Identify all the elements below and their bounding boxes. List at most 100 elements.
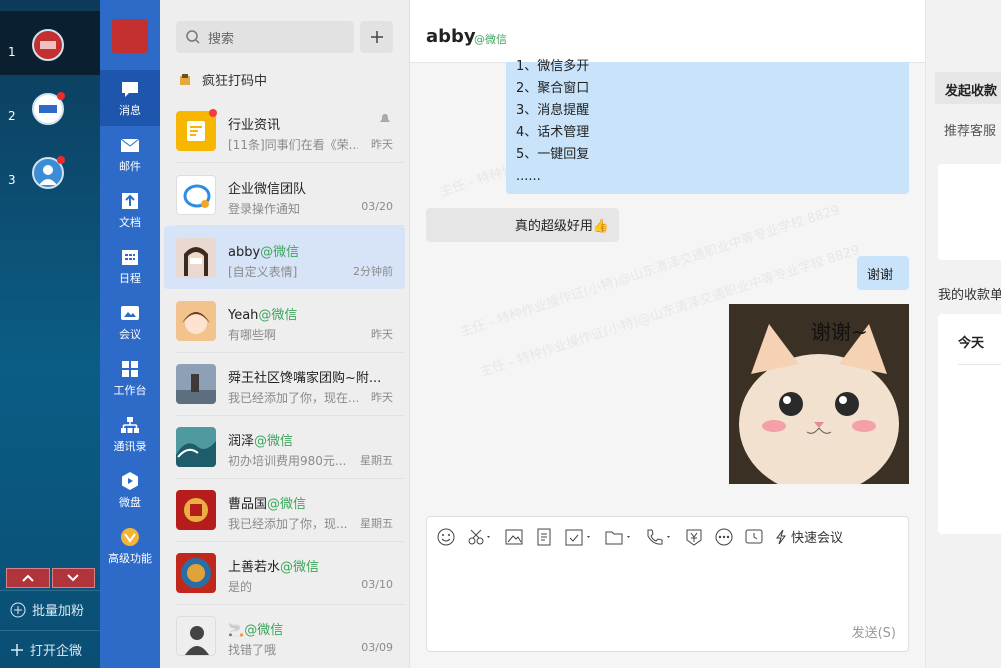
message-bubble-sent[interactable]: 2、聚合窗口 3、消息提醒 4、话术管理 5、一键回复 ...... 1、微信多… (506, 59, 909, 194)
search-box[interactable]: 搜索 (176, 21, 354, 53)
lightning-icon (776, 529, 786, 544)
conversation-time: 昨天 (371, 328, 393, 341)
conversation-name: abby@微信 (228, 245, 300, 260)
conversation-item-selected[interactable]: abby@微信 [自定义表情] 2分钟前 (164, 226, 405, 289)
today-tab[interactable]: 今天 (958, 332, 984, 351)
conversation-name: 上善若水@微信 (228, 560, 320, 575)
conversation-item[interactable]: Yeah@微信 有哪些啊 昨天 (164, 289, 405, 352)
conversation-time: 03/20 (361, 200, 393, 213)
conversation-time: 昨天 (371, 138, 393, 151)
image-icon[interactable] (505, 528, 523, 546)
nav-label: 通讯录 (113, 440, 147, 453)
message-text: 真的超级好用👍 (514, 219, 609, 234)
orders-card: 今天 (938, 314, 1001, 534)
screenshot-icon[interactable] (467, 528, 493, 546)
collect-payment-tab[interactable]: 发起收款 (935, 72, 1001, 104)
conversation-preview: 是的 (228, 580, 253, 594)
chat-panel: 主任 - 特种作业操作证(小特)@山东清泽交通职业中等专业学校 8829 主任 … (410, 0, 997, 668)
account-number: 2 (8, 109, 16, 123)
sticker-caption: 谢谢~ (811, 320, 868, 344)
account-switcher-bar: 1 2 3 批量加粉 打开企微 (0, 0, 100, 668)
account-item-3[interactable]: 3 (0, 139, 100, 203)
message-line: ...... (516, 169, 541, 184)
account-item-1[interactable]: 1 (0, 11, 100, 75)
user-status[interactable]: 疯狂打码中 (178, 70, 267, 89)
plus-icon (11, 643, 23, 656)
conversation-item[interactable]: 🚬@微信 找错了哦 03/09 (164, 604, 405, 667)
conversation-item[interactable]: 舜王社区馋嘴家团购~附... 我已经添加了你，现在... 昨天 (164, 352, 405, 415)
conversation-item[interactable]: 行业资讯 [11条]同事们在看《荣... 昨天 (164, 99, 405, 162)
batch-add-button[interactable]: 批量加粉 (0, 590, 100, 628)
conversation-list-panel: 搜索 疯狂打码中 行业资讯 [11条]同事们在看《荣... 昨天 企业微信团队 … (160, 0, 410, 668)
add-contact-icon (10, 602, 26, 617)
account-scroll-arrows (6, 568, 95, 588)
message-composer[interactable]: 快速会议 发送(S) (426, 516, 909, 652)
chevron-down-icon[interactable] (51, 568, 95, 588)
send-button[interactable]: 发送(S) (852, 622, 896, 641)
composer-toolbar: 快速会议 (437, 527, 843, 546)
nav-item-drive[interactable]: 微盘 (100, 462, 160, 518)
conversation-preview: 初办培训费用980元... (228, 454, 347, 468)
message-bubble-received[interactable]: 真的超级好用👍 (426, 208, 619, 242)
avatar (176, 301, 216, 341)
folder-icon[interactable] (605, 528, 633, 546)
sticker-image[interactable]: 谢谢~ (729, 304, 909, 484)
conversation-name: 舜王社区馋嘴家团购~附... (228, 371, 382, 386)
nav-item-advanced[interactable]: 高级功能 (100, 518, 160, 574)
open-wecom-button[interactable]: 打开企微 (0, 630, 100, 668)
recommend-service-tab[interactable]: 推荐客服 (944, 120, 996, 139)
message-line: 4、话术管理 (516, 125, 590, 140)
conversation-item[interactable]: 润泽@微信 初办培训费用980元... 星期五 (164, 415, 405, 478)
account-item-2[interactable]: 2 (0, 75, 100, 139)
chevron-up-icon[interactable] (6, 568, 50, 588)
emoji-icon[interactable] (437, 528, 455, 546)
unread-badge (57, 92, 65, 100)
conversation-time: 03/10 (361, 578, 393, 591)
approval-icon[interactable] (565, 528, 593, 546)
conversation-name: 🚬@微信 (228, 623, 284, 638)
nav-item-workbench[interactable]: 工作台 (100, 350, 160, 406)
conversation-item[interactable]: 上善若水@微信 是的 03/10 (164, 541, 405, 604)
conversation-item[interactable]: 企业微信团队 登录操作通知 03/20 (164, 163, 405, 226)
payment-icon[interactable] (685, 528, 703, 546)
reminder-icon[interactable] (745, 528, 763, 546)
phone-icon[interactable] (645, 528, 673, 546)
nav-label: 邮件 (119, 160, 141, 173)
conversation-preview: [自定义表情] (228, 265, 298, 279)
nav-item-contacts[interactable]: 通讯录 (100, 406, 160, 462)
nav-item-meeting[interactable]: 会议 (100, 294, 160, 350)
nav-label: 消息 (119, 104, 141, 117)
mail-icon (120, 138, 140, 152)
conversation-preview: 找错了哦 (228, 643, 277, 657)
nav-label: 工作台 (113, 384, 147, 397)
chat-subtitle: @微信 (474, 33, 507, 46)
search-icon (186, 30, 200, 44)
conversation-preview: [11条]同事们在看《荣... (228, 138, 358, 152)
avatar (176, 553, 216, 593)
avatar (176, 238, 216, 278)
nav-item-calendar[interactable]: 日程 (100, 238, 160, 294)
status-text: 疯狂打码中 (202, 74, 268, 89)
quick-meeting-label: 快速会议 (791, 531, 844, 546)
conversation-name: Yeah@微信 (228, 308, 298, 323)
open-wecom-label: 打开企微 (30, 644, 83, 659)
new-chat-button[interactable] (360, 21, 393, 53)
message-bubble-sent[interactable]: 谢谢 (857, 256, 909, 290)
nav-item-docs[interactable]: 文档 (100, 182, 160, 238)
chat-header: abby @微信 (410, 0, 925, 63)
nav-item-messages[interactable]: 消息 (100, 70, 160, 126)
conversation-preview: 登录操作通知 (228, 202, 301, 216)
conversation-name: 行业资讯 (228, 118, 281, 133)
account-number: 3 (8, 173, 16, 187)
conversation-preview: 我已经添加了你，现... (228, 517, 348, 531)
file-icon[interactable] (535, 528, 553, 546)
nav-item-mail[interactable]: 邮件 (100, 126, 160, 182)
advanced-icon (121, 528, 139, 546)
conversation-name: 润泽@微信 (228, 434, 294, 449)
message-line: 5、一键回复 (516, 147, 590, 162)
search-placeholder: 搜索 (208, 31, 235, 47)
quick-meeting-button[interactable]: 快速会议 (775, 527, 843, 546)
more-icon[interactable] (715, 528, 733, 546)
calendar-icon (122, 250, 138, 265)
conversation-item[interactable]: 曹品国@微信 我已经添加了你，现... 星期五 (164, 478, 405, 541)
